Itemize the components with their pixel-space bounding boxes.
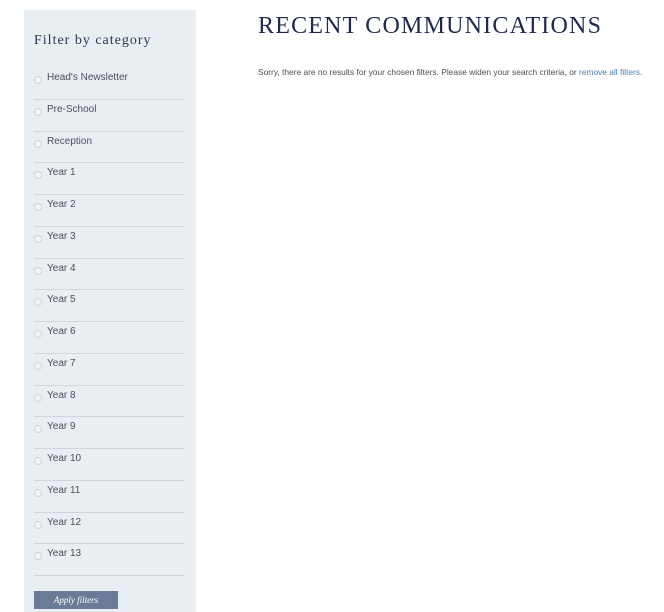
category-filter-item[interactable]: Year 10 (34, 449, 184, 481)
category-checkbox[interactable] (34, 298, 42, 307)
category-label: Year 9 (47, 421, 76, 433)
category-filter-item[interactable]: Year 5 (34, 290, 184, 322)
category-checkbox[interactable] (34, 76, 42, 84)
category-checkbox[interactable] (34, 457, 42, 465)
message-end: . (640, 67, 643, 77)
category-filter-item[interactable]: Year 3 (34, 227, 184, 259)
remove-all-filters-link[interactable]: remove all filters (579, 67, 640, 77)
category-checkbox[interactable] (34, 171, 42, 180)
category-checkbox[interactable] (34, 330, 42, 338)
category-filter-item[interactable]: Year 9 (34, 417, 184, 449)
category-checkbox[interactable] (34, 266, 42, 275)
category-checkbox[interactable] (34, 425, 42, 434)
apply-filters-button[interactable]: Apply filters (34, 591, 118, 609)
page-title: RECENT COMMUNICATIONS (258, 13, 603, 39)
category-label: Year 4 (47, 262, 76, 274)
category-filter-item[interactable]: Year 2 (34, 195, 184, 227)
category-label: Year 8 (47, 389, 76, 401)
no-results-text: Sorry, there are no results for your cho… (258, 67, 577, 77)
category-checkbox[interactable] (34, 107, 42, 116)
category-label: Year 6 (47, 326, 76, 337)
category-filter-item[interactable]: Year 1 (34, 163, 184, 195)
category-filter-list: Head's Newsletter Pre-School Reception Year… (34, 68, 184, 576)
category-filter-item[interactable]: Year 8 (34, 386, 184, 418)
main-content: RECENT COMMUNICATIONS Sorry, there are n… (258, 0, 664, 79)
no-results-message: Sorry, there are no results for your cho… (258, 66, 664, 79)
category-checkbox[interactable] (34, 361, 42, 370)
page: Filter by category Head's Newsletter Pre-… (0, 0, 664, 612)
category-filter-item[interactable]: Head's Newsletter (34, 68, 184, 100)
category-checkbox[interactable] (34, 139, 42, 148)
category-label: Pre-School (47, 103, 97, 115)
category-filter-item[interactable]: Pre-School (34, 100, 184, 132)
category-filter-item[interactable]: Year 11 (34, 481, 184, 513)
category-label: Year 11 (47, 484, 81, 496)
category-checkbox[interactable] (34, 393, 42, 402)
category-label: Reception (47, 135, 93, 147)
category-filter-item[interactable]: Year 13 (34, 544, 184, 576)
category-label: Year 1 (47, 167, 76, 179)
category-checkbox[interactable] (34, 488, 42, 497)
category-filter-item[interactable]: Year 12 (34, 513, 184, 545)
category-label: Year 5 (47, 294, 76, 306)
category-label: Year 13 (47, 548, 82, 560)
category-label: Head's Newsletter (47, 72, 128, 83)
filter-sidebar: Filter by category Head's Newsletter Pre-… (24, 10, 196, 612)
category-checkbox[interactable] (34, 552, 42, 561)
category-label: Year 3 (47, 230, 76, 242)
category-checkbox[interactable] (34, 234, 42, 243)
category-checkbox[interactable] (34, 520, 42, 529)
category-label: Year 2 (47, 199, 76, 210)
category-label: Year 12 (47, 516, 82, 528)
category-filter-item[interactable]: Year 6 (34, 322, 184, 354)
category-filter-item[interactable]: Reception (34, 132, 184, 164)
category-checkbox[interactable] (34, 203, 42, 211)
category-label: Year 10 (47, 453, 82, 464)
category-label: Year 7 (47, 357, 76, 369)
category-filter-item[interactable]: Year 4 (34, 259, 184, 291)
category-filter-item[interactable]: Year 7 (34, 354, 184, 386)
filter-title: Filter by category (34, 33, 152, 48)
